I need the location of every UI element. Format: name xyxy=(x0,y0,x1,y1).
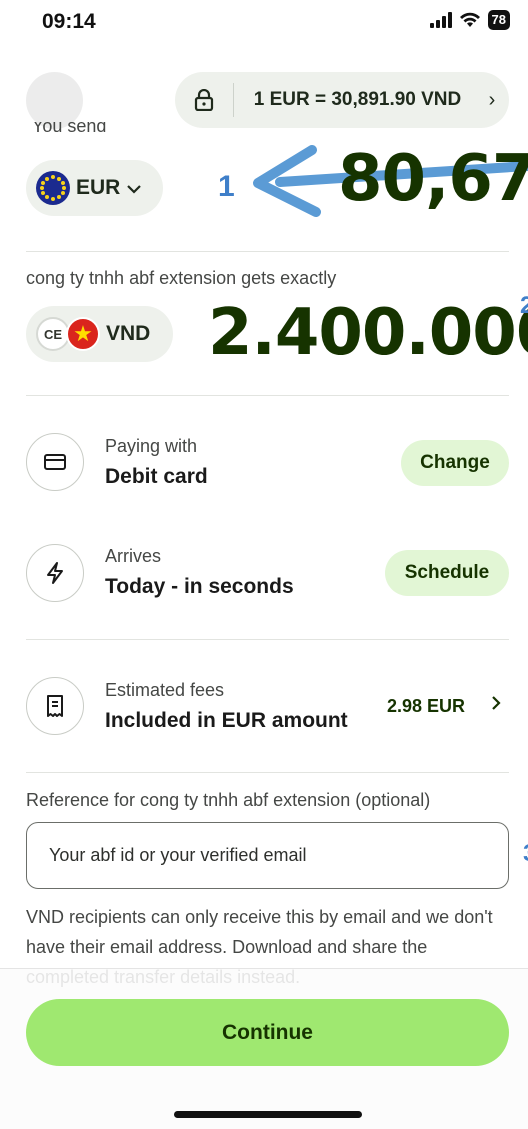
arrives-label: Arrives xyxy=(105,546,162,566)
schedule-button[interactable]: Schedule xyxy=(385,550,509,596)
receipt-icon xyxy=(26,677,84,735)
divider xyxy=(26,772,509,773)
battery-indicator: 78 xyxy=(487,10,510,30)
send-label: You send xyxy=(32,122,107,136)
fees-description: Included in EUR amount xyxy=(105,709,348,732)
receive-currency-code: VND xyxy=(106,322,151,345)
wifi-icon xyxy=(459,12,480,27)
paying-with-label: Paying with xyxy=(105,436,198,456)
avatar[interactable] xyxy=(26,72,83,129)
chevron-down-icon xyxy=(126,178,142,199)
receive-amount[interactable]: 2.400.000 xyxy=(208,296,528,370)
divider xyxy=(26,251,509,252)
payment-method: Debit card xyxy=(105,465,208,488)
lightning-icon xyxy=(26,544,84,602)
fees-label: Estimated fees xyxy=(105,680,225,700)
annotation-number-3: 3 xyxy=(523,840,528,868)
exchange-rate-pill[interactable]: 1 EUR = 30,891.90 VND › xyxy=(175,72,509,128)
receive-label: cong ty tnhh abf extension gets exactly xyxy=(26,268,337,288)
status-icons: 78 xyxy=(429,10,510,30)
annotation-number-2: 2 xyxy=(520,292,528,319)
cellular-signal-icon xyxy=(429,12,452,28)
arrives-info: Arrives Today - in seconds xyxy=(105,546,294,599)
vietnam-flag-icon: ★ xyxy=(66,317,100,351)
send-currency-code: EUR xyxy=(76,176,121,199)
recipient-badge: CE xyxy=(36,317,70,351)
annotation-number-1: 1 xyxy=(218,170,235,203)
reference-input[interactable]: Your abf id or your verified email xyxy=(26,822,509,889)
chevron-right-icon[interactable] xyxy=(490,694,502,718)
receive-currency-selector[interactable]: CE ★ VND xyxy=(26,306,173,362)
send-currency-selector[interactable]: EUR xyxy=(26,160,163,216)
arrival-time: Today - in seconds xyxy=(105,575,294,598)
change-button[interactable]: Change xyxy=(401,440,509,486)
continue-button[interactable]: Continue xyxy=(26,999,509,1066)
chevron-right-icon: › xyxy=(488,88,496,111)
send-amount[interactable]: 80,67 xyxy=(338,142,528,216)
divider xyxy=(26,395,509,396)
fees-info[interactable]: Estimated fees Included in EUR amount xyxy=(105,680,348,733)
divider xyxy=(26,639,509,640)
exchange-rate-text: 1 EUR = 30,891.90 VND xyxy=(253,89,462,110)
reference-label: Reference for cong ty tnhh abf extension… xyxy=(26,790,431,810)
eu-flag-icon xyxy=(36,171,70,205)
lock-icon xyxy=(175,89,233,111)
card-icon xyxy=(26,433,84,491)
paying-with-info: Paying with Debit card xyxy=(105,436,208,489)
status-time: 09:14 xyxy=(42,10,96,33)
fee-amount[interactable]: 2.98 EUR xyxy=(387,696,465,717)
home-indicator xyxy=(174,1111,362,1118)
